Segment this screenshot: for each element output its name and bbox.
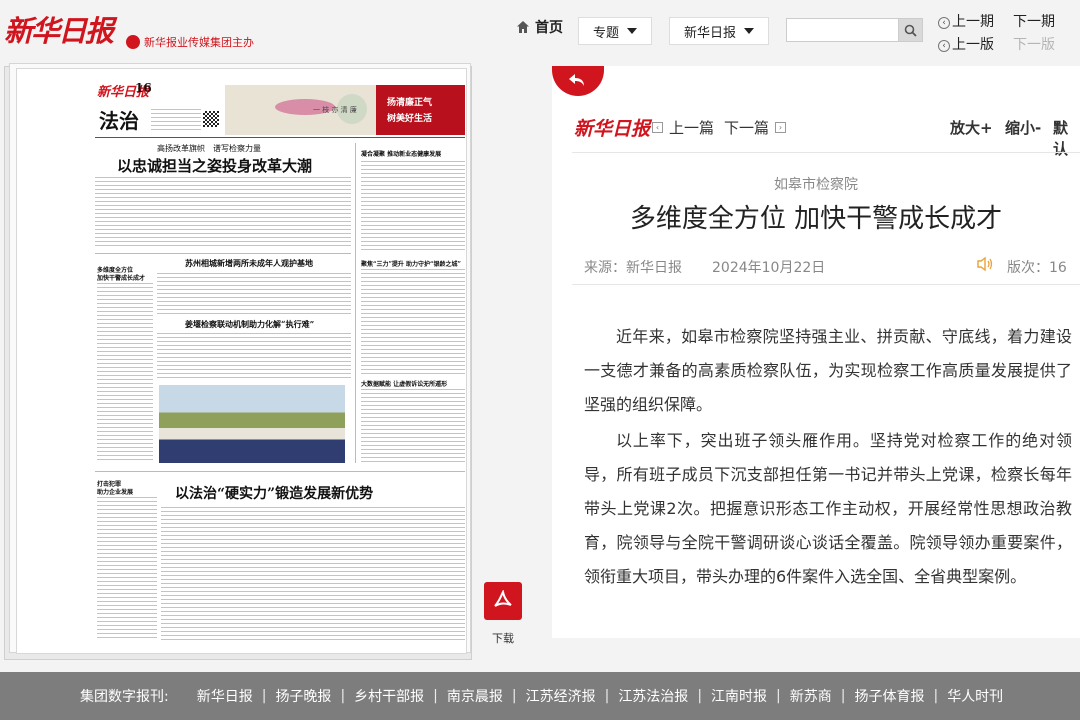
topic-dropdown[interactable]: 专题 <box>578 17 652 45</box>
next-issue-label: 下一期 <box>1013 14 1055 30</box>
page-info-text <box>151 109 201 131</box>
speaker-icon[interactable] <box>976 256 994 272</box>
footer-link-xcgbb[interactable]: 乡村干部报 <box>354 686 424 706</box>
search-icon <box>904 24 917 37</box>
left-column-text <box>97 283 153 461</box>
article-4-text <box>161 507 465 641</box>
search-input[interactable] <box>786 18 898 42</box>
column-head-b: 助力企业发展 <box>97 489 134 496</box>
home-label: 首页 <box>535 20 563 36</box>
chevron-down-icon <box>744 28 754 34</box>
kicker-1: 高扬改革旗帜 谱写检察力量 <box>157 144 261 153</box>
headline-1: 以忠诚担当之姿投身改革大潮 <box>117 157 313 175</box>
search-button[interactable] <box>898 18 923 42</box>
footer-link-jnsb[interactable]: 江南时报 <box>711 686 767 706</box>
side-headline-1: 凝合凝聚 推动新业态健康发展 <box>361 151 442 158</box>
newspaper-page[interactable]: 新华日报 16 法治 一 枝 亦 清 廉 扬清廉正气 树美好生活 高扬改革旗帜 … <box>16 68 467 654</box>
side-article-2-text <box>361 269 465 375</box>
home-link[interactable]: 首页 <box>516 17 563 37</box>
prev-page-label: 上一版 <box>952 37 994 53</box>
site-logo[interactable]: 新华日报 <box>4 8 114 50</box>
headline-2: 苏州相城新增两所未成年人观护基地 <box>185 258 313 268</box>
footer-bar: 集团数字报刊: 新华日报 | 扬子晚报 | 乡村干部报 | 南京晨报 | 江苏经济报 | … <box>0 672 1080 720</box>
pdf-download-label[interactable]: 下载 <box>483 630 523 646</box>
article-paragraph: 近年来，如皋市检察院坚持强主业、拼贡献、守底线，着力建设一支德才兼备的高素质检察… <box>584 327 1072 414</box>
next-issue-link[interactable]: 下一期 <box>1013 11 1055 31</box>
pdf-icon <box>494 590 512 607</box>
group-sublogo: 新华报业传媒集团主办 <box>126 34 254 50</box>
headline-3: 姜堰检察联动机制助力化解“执行难” <box>185 319 315 329</box>
prev-issue-link[interactable]: ‹ 上一期 <box>938 11 994 31</box>
footer-label: 集团数字报刊: <box>80 689 169 705</box>
chevron-left-icon: ‹ <box>652 122 663 133</box>
headline-4: 以法治“硬实力”锻造发展新优势 <box>175 486 374 502</box>
section-rule <box>95 471 465 472</box>
next-page-label: 下一版 <box>1013 37 1055 53</box>
article-1-text <box>95 177 351 249</box>
prev-article-label: 上一篇 <box>669 119 715 137</box>
topic-dropdown-label: 专题 <box>592 25 619 41</box>
article-edition: 版次：16 <box>1007 260 1067 276</box>
paper-dropdown[interactable]: 新华日报 <box>669 17 769 45</box>
section-title: 法治 <box>99 109 139 133</box>
footer-link-jsfzb[interactable]: 江苏法治报 <box>618 686 688 706</box>
chevron-left-icon: ‹ <box>938 40 950 52</box>
banner-right-line1: 扬清廉正气 <box>387 98 433 108</box>
back-button[interactable] <box>552 66 604 96</box>
article-3-text <box>157 333 351 381</box>
banner-right-line2: 树美好生活 <box>387 114 433 124</box>
side-headline-2: 聚焦“三力”提升 助力守护“银龄之城” <box>361 261 461 268</box>
footer-link-njcb[interactable]: 南京晨报 <box>447 686 503 706</box>
side-headline-3: 大数据赋能 让虚假诉讼无所遁形 <box>361 381 448 388</box>
prev-article-link[interactable]: ‹ 上一篇 <box>652 117 714 138</box>
group-sublogo-text: 新华报业传媒集团主办 <box>144 36 254 49</box>
article-title: 多维度全方位 加快干警成长成才 <box>629 204 1003 234</box>
next-article-link[interactable]: 下一篇 › <box>724 117 787 138</box>
pdf-download-button[interactable] <box>484 582 522 620</box>
footer-link-hrsk[interactable]: 华人时刊 <box>947 686 1003 706</box>
meta-divider <box>572 284 1080 285</box>
article-date: 2024年10月22日 <box>712 260 826 276</box>
column-rule <box>355 143 356 463</box>
prev-page-link[interactable]: ‹ 上一版 <box>938 34 994 54</box>
article-panel: 新华日报 ‹ 上一篇 下一篇 › 放大+ 缩小- 默认 如皋市检察院 多维度全方位 … <box>552 66 1080 638</box>
footer-link-yzwb[interactable]: 扬子晚报 <box>275 686 331 706</box>
next-page-link[interactable]: 下一版 <box>1013 34 1055 54</box>
page-number: 16 <box>135 81 152 95</box>
article-paragraph: 以上率下，突出班子领头雁作用。坚持党对检察工作的绝对领导，所有班子成员下沉支部担… <box>584 431 1072 586</box>
home-icon <box>517 21 529 33</box>
side-article-3-text <box>361 389 465 463</box>
top-bar: 新华日报 新华报业传媒集团主办 首页 专题 新华日报 ‹ 上一期 下一期 ‹ 上一版… <box>0 0 1080 62</box>
footer-link-jsjjb[interactable]: 江苏经济报 <box>526 686 596 706</box>
prev-issue-label: 上一期 <box>952 14 994 30</box>
row-rule <box>95 253 351 254</box>
back-arrow-icon <box>569 74 584 86</box>
article-org: 如皋市检察院 <box>774 177 858 193</box>
footer-link-xhrb[interactable]: 新华日报 <box>197 686 253 706</box>
banner-ad: 一 枝 亦 清 廉 扬清廉正气 树美好生活 <box>225 85 465 135</box>
footer-link-yztyb[interactable]: 扬子体育报 <box>854 686 924 706</box>
chevron-right-icon: › <box>775 122 787 133</box>
chevron-down-icon <box>627 28 637 34</box>
masthead-rule <box>95 137 465 138</box>
bottom-left-text <box>97 497 157 641</box>
news-photo[interactable] <box>159 385 345 463</box>
next-article-label: 下一篇 <box>724 119 770 137</box>
banner-left-text: 一 枝 亦 清 廉 <box>313 106 357 114</box>
article-2-text <box>157 273 351 317</box>
footer-link-xss[interactable]: 新苏商 <box>790 686 832 706</box>
qr-code <box>203 111 219 127</box>
article-source: 来源：新华日报 <box>584 260 682 276</box>
side-article-1-text <box>361 161 465 253</box>
zoom-in-button[interactable]: 放大+ <box>950 117 993 138</box>
paper-dropdown-label: 新华日报 <box>683 25 736 41</box>
chevron-left-icon: ‹ <box>938 17 950 29</box>
side-head-b: 加快干警成长成才 <box>97 275 146 282</box>
article-logo: 新华日报 <box>574 118 651 140</box>
zoom-out-button[interactable]: 缩小- <box>1005 117 1041 138</box>
group-logo-icon <box>126 35 140 49</box>
header-divider <box>572 152 1080 153</box>
